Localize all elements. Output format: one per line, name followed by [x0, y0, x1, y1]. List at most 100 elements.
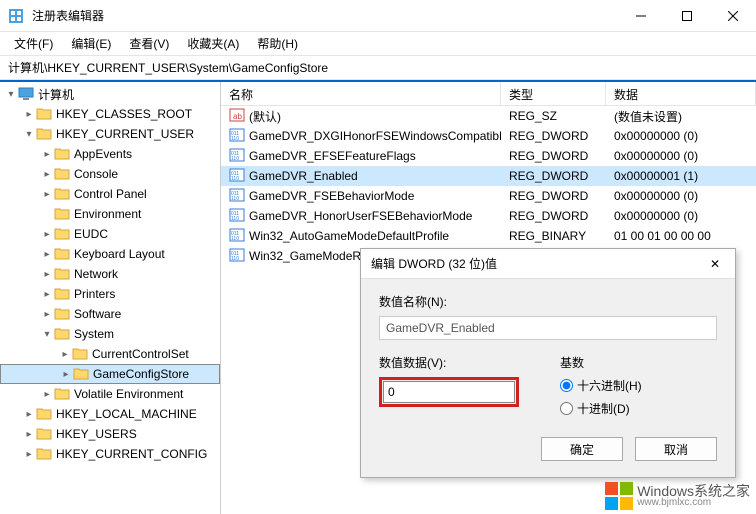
value-data: 01 00 01 00 00 00 [606, 227, 756, 245]
folder-icon [54, 166, 74, 183]
chevron-right-icon[interactable]: ▸ [22, 447, 36, 461]
dialog-close-button[interactable]: ✕ [705, 257, 725, 271]
svg-text:110: 110 [231, 236, 239, 242]
minimize-button[interactable] [618, 0, 664, 32]
tree-item[interactable]: ▸Printers [0, 284, 220, 304]
list-header: 名称 类型 数据 [221, 82, 756, 106]
tree-item[interactable]: ▸Volatile Environment [0, 384, 220, 404]
folder-icon [54, 326, 74, 343]
chevron-right-icon[interactable]: ▸ [40, 167, 54, 181]
svg-text:110: 110 [231, 216, 239, 222]
chevron-right-icon[interactable]: ▸ [40, 387, 54, 401]
value-data: 0x00000000 (0) [606, 187, 756, 205]
menu-file[interactable]: 文件(F) [6, 32, 61, 55]
value-type: REG_DWORD [501, 127, 606, 145]
regedit-icon [8, 8, 24, 24]
chevron-right-icon[interactable]: ▸ [22, 427, 36, 441]
chevron-right-icon[interactable]: ▸ [40, 147, 54, 161]
chevron-down-icon[interactable]: ▾ [40, 327, 54, 341]
value-data: 0x00000001 (1) [606, 167, 756, 185]
tree-item[interactable]: ▸ GameConfigStore [0, 364, 220, 384]
tree-label: 计算机 [38, 86, 74, 103]
list-row[interactable]: 011110GameDVR_FSEBehaviorModeREG_DWORD0x… [221, 186, 756, 206]
list-row[interactable]: 011110GameDVR_EFSEFeatureFlagsREG_DWORD0… [221, 146, 756, 166]
ok-button[interactable]: 确定 [541, 437, 623, 461]
value-type: REG_BINARY [501, 227, 606, 245]
chevron-down-icon[interactable]: ▾ [22, 127, 36, 141]
list-row[interactable]: ab(默认)REG_SZ(数值未设置) [221, 106, 756, 126]
tree-item[interactable]: ▾HKEY_CURRENT_USER [0, 124, 220, 144]
folder-icon [36, 126, 56, 143]
chevron-right-icon[interactable]: ▸ [40, 227, 54, 241]
value-name: GameDVR_HonorUserFSEBehaviorMode [249, 209, 472, 223]
tree-item[interactable]: ▸ Control Panel [0, 184, 220, 204]
chevron-right-icon[interactable]: ▸ [40, 267, 54, 281]
menu-view[interactable]: 查看(V) [121, 32, 177, 55]
tree-item[interactable]: ▾System [0, 324, 220, 344]
tree-pane[interactable]: ▾ 计算机 ▸ HKEY_CLASSES_ROOT ▾HKEY_CURRENT_US… [0, 82, 221, 514]
chevron-right-icon[interactable]: ▸ [59, 367, 73, 381]
tree-item[interactable]: ▸ HKEY_CLASSES_ROOT [0, 104, 220, 124]
name-field: GameDVR_Enabled [379, 316, 717, 340]
binary-value-icon: 011110 [229, 247, 249, 266]
binary-value-icon: 011110 [229, 187, 249, 206]
tree-label: HKEY_CLASSES_ROOT [56, 107, 192, 121]
value-type: REG_DWORD [501, 207, 606, 225]
radix-dec-radio[interactable] [560, 402, 573, 415]
tree-item[interactable]: Environment [0, 204, 220, 224]
window-title: 注册表编辑器 [32, 7, 618, 24]
binary-value-icon: 011110 [229, 147, 249, 166]
tree-item[interactable]: ▸ Keyboard Layout [0, 244, 220, 264]
col-type[interactable]: 类型 [501, 82, 606, 105]
value-name: (默认) [249, 108, 281, 125]
svg-text:110: 110 [231, 196, 239, 202]
chevron-right-icon[interactable]: ▸ [40, 187, 54, 201]
chevron-right-icon[interactable]: ▸ [22, 107, 36, 121]
tree-label: Control Panel [74, 187, 147, 201]
tree-item[interactable]: ▸Software [0, 304, 220, 324]
tree-item[interactable]: ▸CurrentControlSet [0, 344, 220, 364]
chevron-right-icon[interactable]: ▸ [58, 347, 72, 361]
value-name: Win32_AutoGameModeDefaultProfile [249, 229, 449, 243]
chevron-right-icon[interactable]: ▸ [40, 287, 54, 301]
close-button[interactable] [710, 0, 756, 32]
col-name[interactable]: 名称 [221, 82, 501, 105]
cancel-button[interactable]: 取消 [635, 437, 717, 461]
menu-help[interactable]: 帮助(H) [249, 32, 306, 55]
tree-item[interactable]: ▸EUDC [0, 224, 220, 244]
address-bar[interactable]: 计算机\HKEY_CURRENT_USER\System\GameConfigS… [0, 56, 756, 80]
chevron-right-icon[interactable]: ▸ [40, 307, 54, 321]
tree-item[interactable]: ▸HKEY_CURRENT_CONFIG [0, 444, 220, 464]
tree-item[interactable]: ▸HKEY_USERS [0, 424, 220, 444]
list-row[interactable]: 011110GameDVR_HonorUserFSEBehaviorModeRE… [221, 206, 756, 226]
tree-root[interactable]: ▾ 计算机 [0, 84, 220, 104]
list-row[interactable]: 011110Win32_AutoGameModeDefaultProfileRE… [221, 226, 756, 246]
tree-item[interactable]: ▸AppEvents [0, 144, 220, 164]
tree-label: GameConfigStore [93, 367, 189, 381]
folder-icon [54, 306, 74, 323]
tree-item[interactable]: ▸ Network [0, 264, 220, 284]
tree-label: Network [74, 267, 118, 281]
radix-dec-option[interactable]: 十进制(D) [560, 400, 717, 417]
col-data[interactable]: 数据 [606, 82, 756, 105]
list-row[interactable]: 011110GameDVR_DXGIHonorFSEWindowsCompati… [221, 126, 756, 146]
dialog-titlebar[interactable]: 编辑 DWORD (32 位)值 ✕ [361, 249, 735, 279]
tree-label: Keyboard Layout [74, 247, 165, 261]
radix-hex-option[interactable]: 十六进制(H) [560, 377, 717, 394]
radix-hex-radio[interactable] [560, 379, 573, 392]
chevron-right-icon[interactable]: ▸ [40, 247, 54, 261]
value-data-input[interactable] [383, 381, 515, 403]
menu-favorites[interactable]: 收藏夹(A) [179, 32, 247, 55]
tree-item[interactable]: ▸Console [0, 164, 220, 184]
chevron-right-icon[interactable]: ▸ [22, 407, 36, 421]
folder-icon [54, 206, 74, 223]
list-row[interactable]: 011110GameDVR_EnabledREG_DWORD0x00000001… [221, 166, 756, 186]
data-label: 数值数据(V): [379, 354, 536, 371]
chevron-down-icon[interactable]: ▾ [4, 87, 18, 101]
binary-value-icon: 011110 [229, 167, 249, 186]
menu-edit[interactable]: 编辑(E) [63, 32, 119, 55]
svg-text:110: 110 [231, 256, 239, 262]
maximize-button[interactable] [664, 0, 710, 32]
tree-item[interactable]: ▸HKEY_LOCAL_MACHINE [0, 404, 220, 424]
folder-icon [54, 266, 74, 283]
